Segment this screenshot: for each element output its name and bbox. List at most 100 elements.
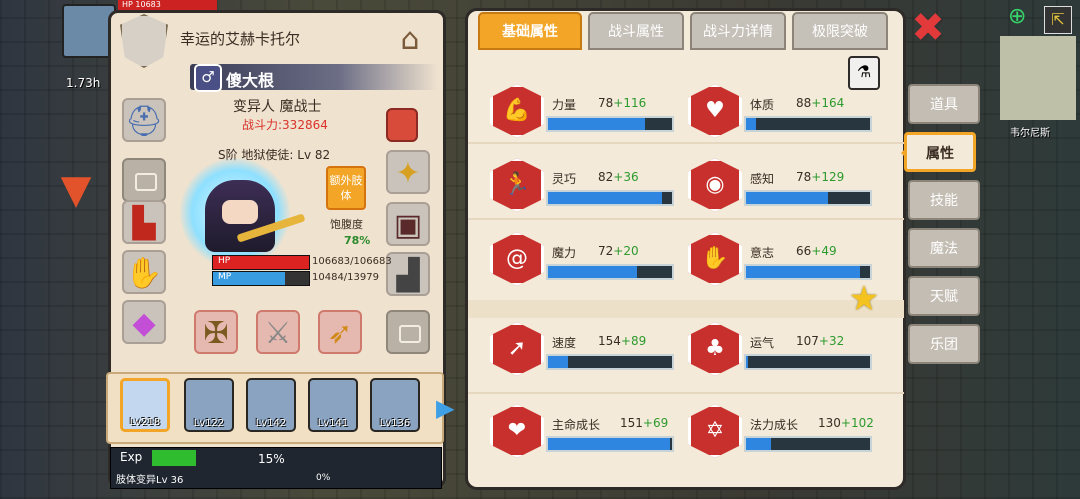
menu-item[interactable]: 属性 [901,132,976,172]
stat-bar-fill [548,266,638,278]
party-next-arrow-icon[interactable]: ▶ [436,394,454,422]
stat-bar [546,354,674,370]
stat-bonus-value: +49 [811,244,837,258]
stat-bar-fill [548,192,663,204]
character-class: 变异人 魔战士 [233,99,322,115]
tab-power-details[interactable]: 战斗力详情 [690,12,786,50]
hanger-icon[interactable]: ⌂ [386,22,434,58]
equip-slot-badge[interactable] [386,108,418,142]
tab-combat-attributes[interactable]: 战斗属性 [588,12,684,50]
equip-slot-crossbow[interactable]: ✠ [194,310,238,354]
party-member-level: Lv141 [317,418,349,429]
hero-face [222,200,258,224]
stat-bar [546,190,674,206]
party-member[interactable]: Lv218 [120,378,170,432]
expand-corner-icon[interactable]: ⇱ [1044,6,1072,34]
star-icon[interactable]: ★ [846,281,882,317]
stat-value: 88+164 [796,96,844,110]
stat-bar [744,354,872,370]
minimap[interactable] [1000,36,1076,120]
down-arrow-icon[interactable]: ▼ [56,170,96,210]
stat-value: 107+32 [796,334,844,348]
map-location-label: 韦尔尼斯 [1010,128,1050,139]
party-member[interactable]: Lv141 [308,378,358,432]
body-mutation-percent: 0% [316,473,331,483]
party-member[interactable]: Lv122 [184,378,234,432]
stat-name: 法力成长 [750,418,799,432]
menu-item[interactable]: 天赋 [908,276,980,316]
extra-limb-button[interactable]: 额外肢体 [326,166,366,210]
stat-bonus-value: +36 [613,170,639,184]
globe-icon[interactable]: ⊕ [1008,4,1026,29]
divider [468,392,904,394]
character-name: 傻大根 [226,71,275,90]
stat-name: 魔力 [552,246,577,260]
party-member-level: Lv122 [193,418,225,429]
stat-name: 主命成长 [552,418,601,432]
stat-value: 78+116 [598,96,646,110]
stat-bar [546,264,674,280]
equip-slot-charm[interactable]: ✦ [386,150,430,194]
menu-item[interactable]: 道具 [908,84,980,124]
hp-value: 106683/106683 [312,256,392,267]
belt-icon: ▣ [393,208,423,243]
satiety-label: 饱腹度 [330,218,363,231]
equip-slot-bow[interactable]: ➶ [318,310,362,354]
divider [468,142,904,144]
sword-icon: ⚔ [264,316,292,351]
equip-slot-accessory[interactable]: ◆ [122,300,166,344]
party-member-level: Lv142 [255,418,287,429]
stat-value: 154+89 [598,334,646,348]
party-member[interactable]: Lv136 [370,378,420,432]
equip-slot-boots[interactable]: ▟ [386,252,430,296]
party-member[interactable]: Lv142 [246,378,296,432]
stat-bar [744,436,872,452]
stat-name: 意志 [750,246,775,260]
stat-bonus-value: +69 [642,416,669,430]
character-power: 战斗力:332864 [242,118,328,132]
tab-limit-break[interactable]: 极限突破 [792,12,888,50]
equip-slot-empty[interactable] [122,158,166,202]
equip-slot-helmet[interactable]: ⛑ [122,98,166,142]
stat-value: 72+20 [598,244,639,258]
equip-slot-armor[interactable]: ▙ [122,200,166,244]
equip-slot-belt[interactable]: ▣ [386,202,430,246]
close-icon[interactable]: ✖ [910,8,946,48]
stat-name: 速度 [552,336,577,350]
menu-item[interactable]: 乐团 [908,324,980,364]
potion-icon[interactable]: ⚗ [848,56,880,90]
body-mutation-label: 肢体变异Lv 36 [116,475,184,486]
stat-bonus-value: +116 [613,96,647,110]
satiety-value: 78% [344,234,371,247]
exp-label: Exp [120,450,143,464]
stat-bar-fill [746,266,861,278]
crossbow-icon: ✠ [203,316,229,351]
stat-base-value: 78 [598,96,614,110]
stat-bonus-value: +102 [840,416,874,430]
stat-base-value: 130 [818,416,841,430]
stat-base-value: 78 [796,170,812,184]
stat-bar-fill [746,118,756,130]
boots-icon: ▟ [396,258,420,293]
stat-name: 感知 [750,172,775,186]
stat-name: 运气 [750,336,775,350]
gem-icon: ◆ [132,306,156,341]
stat-base-value: 154 [598,334,621,348]
equip-slot-gloves[interactable]: ✋ [122,250,166,294]
hud-hp-bar: HP 10683 [118,0,217,10]
stat-bar-fill [548,118,645,130]
stat-bonus-value: +32 [818,334,845,348]
gauntlet-icon: ✋ [125,256,163,291]
equip-slot-sword[interactable]: ⚔ [256,310,300,354]
character-title: 幸运的艾赫卡托尔 [180,30,301,48]
divider [468,300,904,318]
helmet-icon: ⛑ [124,104,164,139]
equip-slot-empty-2[interactable] [386,310,430,354]
male-gender-icon: ♂ [194,64,222,92]
stat-base-value: 66 [796,244,812,258]
tab-basic-attributes[interactable]: 基础属性 [478,12,582,50]
menu-item[interactable]: 魔法 [908,228,980,268]
stat-value: 66+49 [796,244,837,258]
menu-item[interactable]: 技能 [908,180,980,220]
stat-base-value: 82 [598,170,614,184]
